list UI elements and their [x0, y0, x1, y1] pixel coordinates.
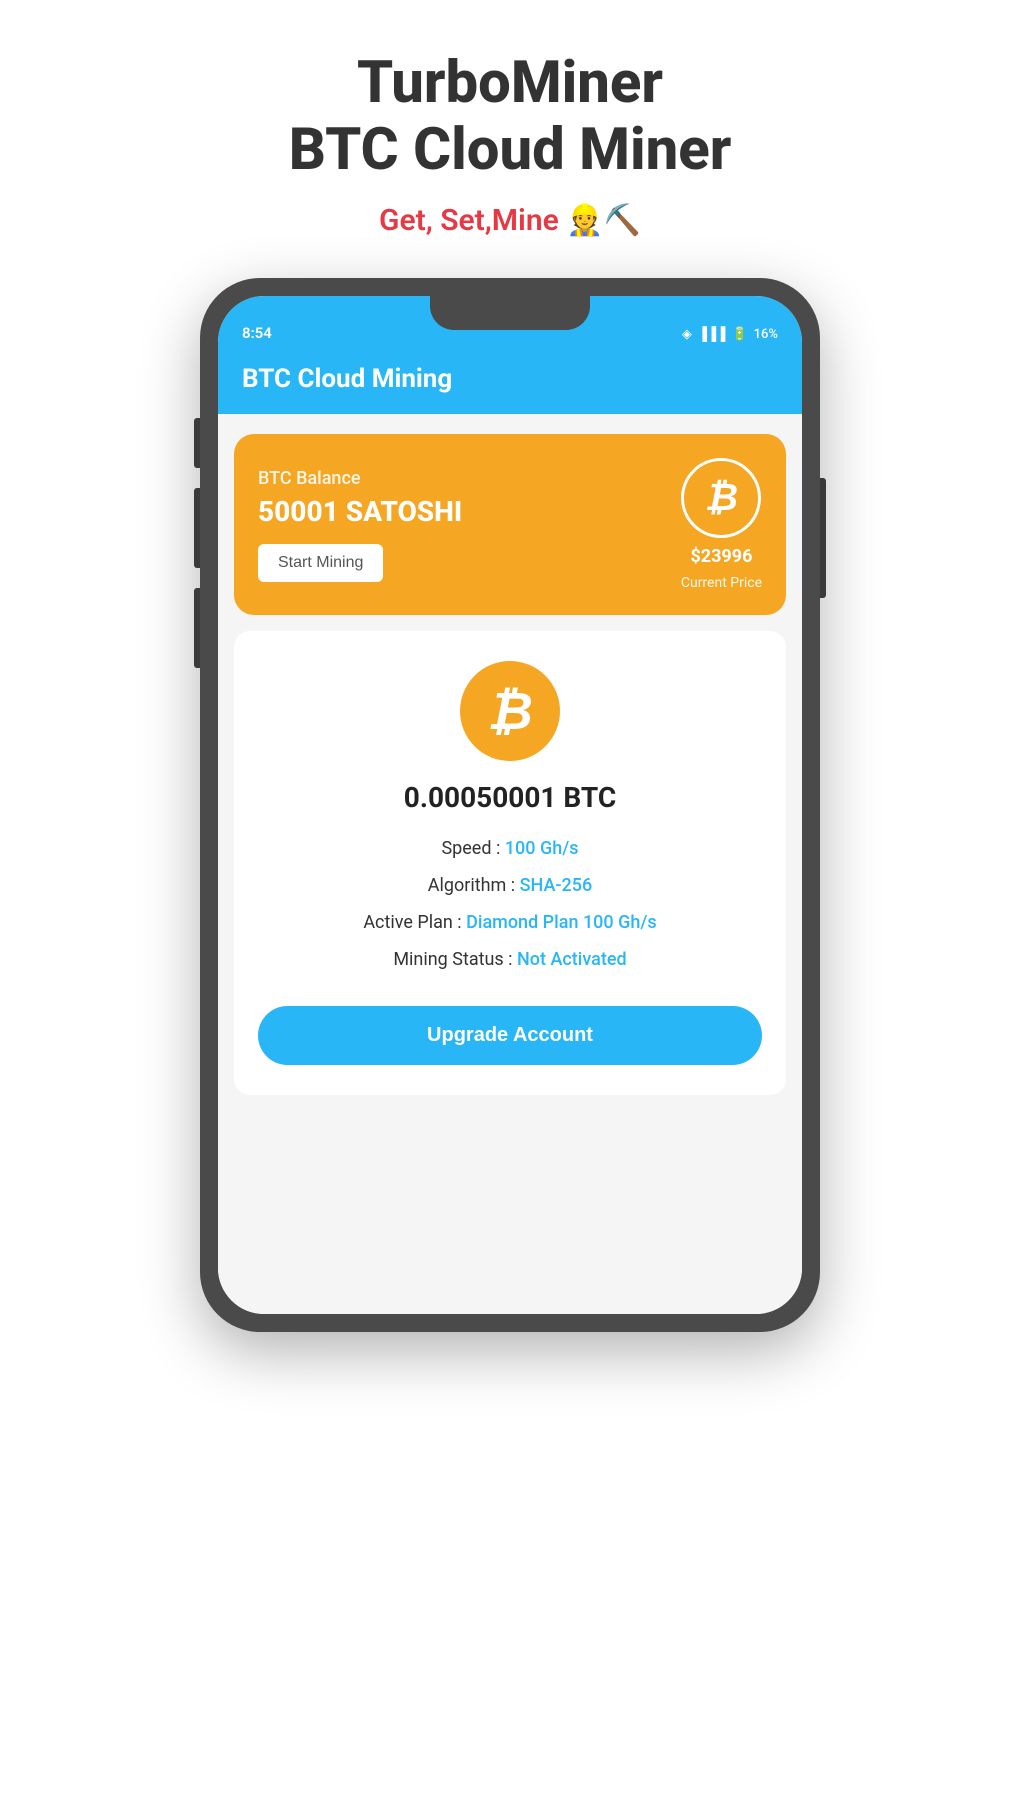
btc-symbol-orange: ₿	[487, 681, 533, 742]
upgrade-account-button[interactable]: Upgrade Account	[258, 1006, 762, 1065]
mining-status-label: Mining Status :	[393, 949, 517, 970]
speed-label: Speed :	[441, 838, 504, 859]
status-icons: ◈ ▐▐▐ 🔋 16%	[682, 326, 778, 342]
algorithm-value: SHA-256	[520, 875, 593, 896]
mining-info-card: ₿ 0.00050001 BTC Speed : 100 Gh/s Algori…	[234, 631, 786, 1095]
balance-right: ₿ $23996 Current Price	[681, 458, 762, 591]
power-button	[820, 478, 826, 598]
title-line1: TurboMiner	[357, 49, 663, 117]
algorithm-row: Algorithm : SHA-256	[428, 875, 592, 896]
tagline: Get, Set,Mine 👷⛏️	[379, 203, 641, 238]
title-line2: BTC Cloud Miner	[289, 116, 732, 184]
btc-orange-icon: ₿	[460, 661, 560, 761]
app-title: TurboMiner BTC Cloud Miner	[289, 50, 732, 183]
speed-value: 100 Gh/s	[505, 838, 579, 859]
volume-down-button	[194, 488, 200, 568]
tagline-text: Get, Set,Mine	[379, 203, 559, 238]
current-price-value: $23996	[690, 546, 752, 567]
balance-left: BTC Balance 50001 SATOSHI Start Mining	[258, 468, 681, 582]
phone-screen: 8:54 ◈ ▐▐▐ 🔋 16% BTC Cloud Mining BTC Ba…	[218, 296, 802, 1314]
mining-status-row: Mining Status : Not Activated	[393, 949, 626, 970]
screen-content: BTC Balance 50001 SATOSHI Start Mining ₿…	[218, 414, 802, 1314]
wifi-icon: ◈	[682, 327, 692, 342]
active-plan-value: Diamond Plan 100 Gh/s	[466, 912, 657, 933]
btc-icon-circle: ₿	[681, 458, 761, 538]
battery-percent: 16%	[754, 327, 778, 342]
algorithm-label: Algorithm :	[428, 875, 520, 896]
mining-status-value: Not Activated	[517, 949, 627, 970]
tagline-emoji: 👷⛏️	[566, 203, 641, 238]
phone-notch	[430, 296, 590, 330]
signal-icon: ▐▐▐	[698, 326, 726, 342]
silent-button	[194, 588, 200, 668]
balance-card: BTC Balance 50001 SATOSHI Start Mining ₿…	[234, 434, 786, 615]
active-plan-row: Active Plan : Diamond Plan 100 Gh/s	[363, 912, 656, 933]
balance-label: BTC Balance	[258, 468, 681, 489]
phone-mockup: 8:54 ◈ ▐▐▐ 🔋 16% BTC Cloud Mining BTC Ba…	[200, 278, 820, 1332]
speed-row: Speed : 100 Gh/s	[441, 838, 578, 859]
app-bar: BTC Cloud Mining	[218, 348, 802, 414]
current-price-label: Current Price	[681, 575, 762, 591]
battery-icon: 🔋	[731, 327, 747, 342]
active-plan-label: Active Plan :	[363, 912, 466, 933]
app-bar-title: BTC Cloud Mining	[242, 364, 778, 394]
status-time: 8:54	[242, 324, 272, 342]
start-mining-button[interactable]: Start Mining	[258, 544, 383, 582]
volume-up-button	[194, 418, 200, 468]
btc-value: 0.00050001 BTC	[404, 781, 616, 814]
balance-amount: 50001 SATOSHI	[258, 495, 681, 528]
btc-symbol-white: ₿	[705, 476, 738, 520]
